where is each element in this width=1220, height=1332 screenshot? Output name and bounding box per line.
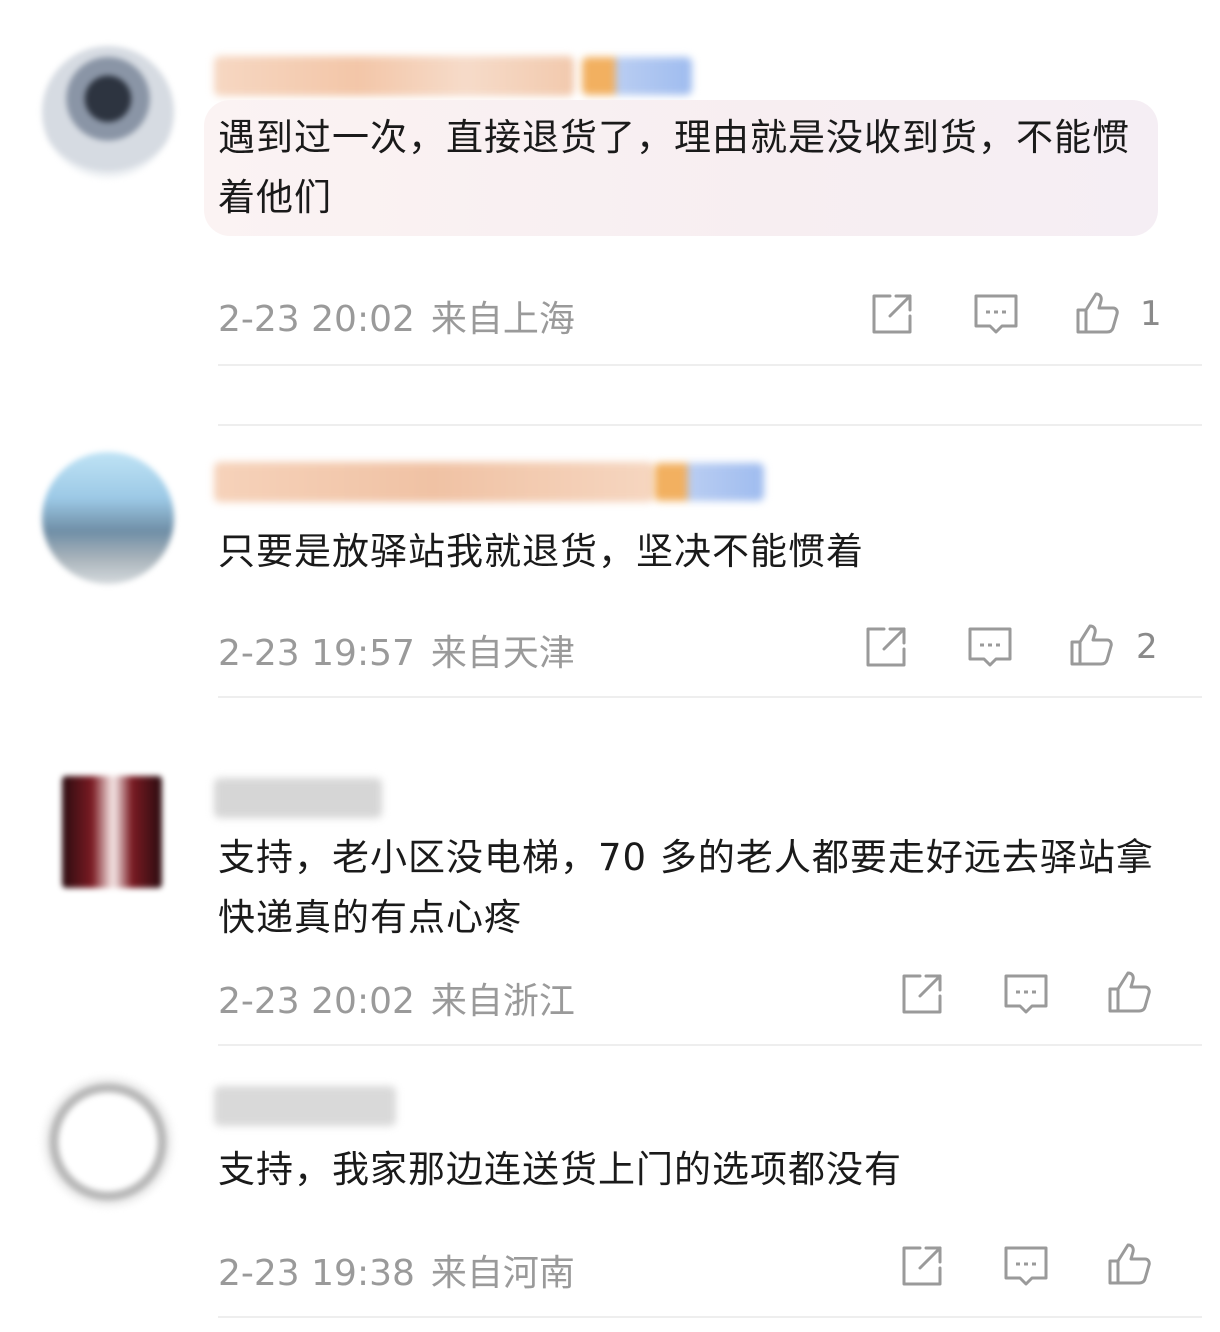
comment-meta: 2-23 20:02 来自浙江 — [218, 972, 575, 1024]
divider — [218, 1316, 1202, 1318]
comment-meta: 2-23 19:38 来自河南 — [218, 1244, 575, 1296]
divider — [218, 1044, 1202, 1046]
comment-icon[interactable] — [1002, 970, 1050, 1018]
avatar[interactable] — [42, 1076, 174, 1208]
username-blurred[interactable] — [214, 462, 654, 502]
comment-location: 来自河南 — [430, 1253, 575, 1294]
comment-location: 来自浙江 — [430, 981, 575, 1022]
username-blurred[interactable] — [214, 778, 382, 818]
comment-time: 2-23 19:38 — [218, 1253, 415, 1294]
thumbs-up-icon[interactable] — [1074, 288, 1122, 336]
divider — [218, 364, 1202, 366]
share-icon[interactable] — [868, 290, 916, 338]
comment-text: 支持，我家那边连送货上门的选项都没有 — [218, 1148, 902, 1191]
thumbs-up-icon[interactable] — [1068, 620, 1116, 668]
comment-text: 遇到过一次，直接退货了，理由就是没收到货，不能惯着他们 — [218, 116, 1130, 219]
avatar[interactable] — [42, 46, 174, 178]
like-count: 2 — [1136, 627, 1158, 667]
user-badge-icon — [582, 57, 692, 95]
thumbs-up-icon[interactable] — [1106, 1239, 1154, 1287]
thumbs-up-icon[interactable] — [1106, 967, 1154, 1015]
comment-time: 2-23 20:02 — [218, 981, 415, 1022]
comment-icon[interactable] — [966, 623, 1014, 671]
comment-location: 来自上海 — [430, 299, 575, 340]
avatar[interactable] — [42, 452, 174, 584]
divider — [218, 696, 1202, 698]
comment-time: 2-23 19:57 — [218, 633, 415, 674]
comment-icon[interactable] — [972, 290, 1020, 338]
comment-time: 2-23 20:02 — [218, 299, 415, 340]
comment-icon[interactable] — [1002, 1242, 1050, 1290]
share-icon[interactable] — [862, 623, 910, 671]
comment-location: 来自天津 — [430, 633, 575, 674]
share-icon[interactable] — [898, 1242, 946, 1290]
comment-meta: 2-23 19:57 来自天津 — [218, 624, 575, 676]
comment-text: 支持，老小区没电梯，70 多的老人都要走好远去驿站拿快递真的有点心疼 — [218, 836, 1154, 939]
username-blurred[interactable] — [214, 56, 574, 96]
comment-text: 只要是放驿站我就退货，坚决不能惯着 — [218, 530, 864, 573]
share-icon[interactable] — [898, 970, 946, 1018]
comment-meta: 2-23 20:02 来自上海 — [218, 290, 575, 342]
username-blurred[interactable] — [214, 1086, 396, 1126]
avatar[interactable] — [62, 776, 162, 888]
user-badge-icon — [654, 463, 764, 501]
divider — [218, 424, 1202, 426]
like-count: 1 — [1140, 294, 1162, 334]
